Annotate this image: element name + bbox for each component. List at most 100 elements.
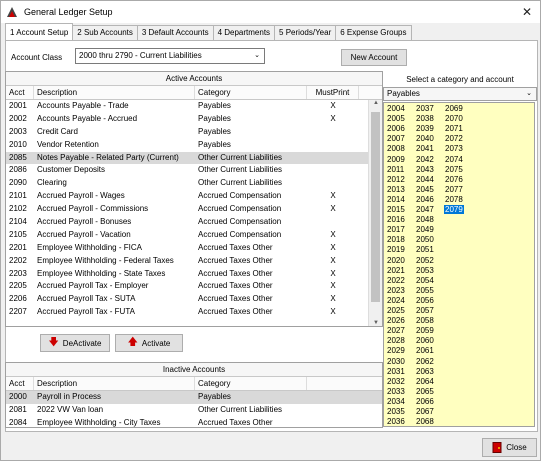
account-code[interactable]: 2031 (386, 367, 406, 376)
account-code[interactable]: 2059 (415, 326, 435, 335)
table-row[interactable]: 2206 Accrued Payroll Tax - SUTA Accrued Ta… (6, 293, 382, 306)
account-code[interactable]: 2032 (386, 377, 406, 386)
table-row[interactable]: 2203 Employee Withholding - State Taxes Ac… (6, 268, 382, 281)
table-row[interactable]: 2084 Employee Withholding - City Taxes Acc… (6, 417, 382, 427)
account-code[interactable]: 2040 (415, 134, 435, 143)
account-code[interactable]: 2015 (386, 205, 406, 214)
account-code[interactable]: 2006 (386, 124, 406, 133)
account-code[interactable]: 2007 (386, 134, 406, 143)
account-code[interactable]: 2077 (444, 185, 464, 194)
header-description[interactable]: Description (34, 377, 195, 390)
account-code[interactable]: 2036 (386, 417, 406, 426)
account-code[interactable]: 2079 (444, 205, 464, 214)
tab-departments[interactable]: 4 Departments (212, 25, 276, 40)
account-code[interactable]: 2058 (415, 316, 435, 325)
account-code[interactable]: 2014 (386, 195, 406, 204)
account-code[interactable]: 2004 (386, 104, 406, 113)
table-row[interactable]: 2090 Clearing Other Current Liabilities (6, 177, 382, 190)
account-code[interactable]: 2030 (386, 357, 406, 366)
account-code[interactable]: 2068 (415, 417, 435, 426)
account-code[interactable]: 2070 (444, 114, 464, 123)
table-row[interactable]: 2002 Accounts Payable - Accrued Payables X (6, 113, 382, 126)
account-code[interactable]: 2042 (415, 155, 435, 164)
account-code[interactable]: 2025 (386, 306, 406, 315)
account-code[interactable]: 2066 (415, 397, 435, 406)
account-code[interactable]: 2067 (415, 407, 435, 416)
tab-periods-year[interactable]: 5 Periods/Year (274, 25, 337, 40)
active-accounts-scrollbar[interactable]: ▲ ▼ (368, 100, 382, 326)
header-acct[interactable]: Acct (6, 377, 34, 390)
table-row[interactable]: 2105 Accrued Payroll - Vacation Accrued Co… (6, 229, 382, 242)
account-code[interactable]: 2018 (386, 235, 406, 244)
account-code[interactable]: 2052 (415, 256, 435, 265)
account-code[interactable]: 2045 (415, 185, 435, 194)
account-code[interactable]: 2073 (444, 144, 464, 153)
account-code[interactable]: 2008 (386, 144, 406, 153)
tab-sub-accounts[interactable]: 2 Sub Accounts (72, 25, 138, 40)
table-row[interactable]: 2081 2022 VW Van loan Other Current Liabil… (6, 404, 382, 417)
account-code[interactable]: 2049 (415, 225, 435, 234)
account-code[interactable]: 2027 (386, 326, 406, 335)
header-mustprint[interactable]: MustPrint (307, 86, 359, 99)
account-code[interactable]: 2069 (444, 104, 464, 113)
account-code[interactable]: 2019 (386, 245, 406, 254)
account-code[interactable]: 2017 (386, 225, 406, 234)
account-code[interactable]: 2062 (415, 357, 435, 366)
table-row[interactable]: 2086 Customer Deposits Other Current Liabi… (6, 164, 382, 177)
activate-button[interactable]: 🡅 Activate (115, 334, 183, 352)
account-code[interactable]: 2054 (415, 276, 435, 285)
account-code[interactable]: 2074 (444, 155, 464, 164)
table-row[interactable]: 2085 Notes Payable - Related Party (Curre… (6, 151, 382, 165)
account-code[interactable]: 2060 (415, 336, 435, 345)
account-code[interactable]: 2009 (386, 155, 406, 164)
account-code[interactable]: 2033 (386, 387, 406, 396)
account-code[interactable]: 2053 (415, 266, 435, 275)
scroll-up-icon[interactable]: ▲ (369, 100, 382, 106)
account-code[interactable]: 2012 (386, 175, 406, 184)
category-select[interactable]: Payables ⌄ (383, 87, 537, 101)
account-code[interactable]: 2072 (444, 134, 464, 143)
table-row[interactable]: 2205 Accrued Payroll Tax - Employer Accrue… (6, 280, 382, 293)
deactivate-button[interactable]: 🡇 DeActivate (40, 334, 110, 352)
account-code[interactable]: 2037 (415, 104, 435, 113)
close-button[interactable]: Close (482, 438, 537, 457)
account-code[interactable]: 2035 (386, 407, 406, 416)
table-row[interactable]: 2010 Vendor Retention Payables (6, 139, 382, 152)
account-class-select[interactable]: 2000 thru 2790 - Current Liabilities ⌄ (75, 48, 265, 64)
account-code[interactable]: 2048 (415, 215, 435, 224)
account-code[interactable]: 2028 (386, 336, 406, 345)
account-code[interactable]: 2005 (386, 114, 406, 123)
table-row[interactable]: 2000 Payroll in Process Payables (6, 391, 382, 404)
account-code[interactable]: 2023 (386, 286, 406, 295)
account-code[interactable]: 2038 (415, 114, 435, 123)
account-code[interactable]: 2063 (415, 367, 435, 376)
account-code[interactable]: 2026 (386, 316, 406, 325)
account-code[interactable]: 2022 (386, 276, 406, 285)
account-code[interactable]: 2046 (415, 195, 435, 204)
new-account-button[interactable]: New Account (341, 49, 407, 66)
table-row[interactable]: 2101 Accrued Payroll - Wages Accrued Compe… (6, 190, 382, 203)
account-code[interactable]: 2076 (444, 175, 464, 184)
account-code[interactable]: 2016 (386, 215, 406, 224)
account-code[interactable]: 2075 (444, 165, 464, 174)
account-code[interactable]: 2055 (415, 286, 435, 295)
account-code[interactable]: 2039 (415, 124, 435, 133)
header-category[interactable]: Category (195, 86, 307, 99)
account-code[interactable]: 2020 (386, 256, 406, 265)
account-code[interactable]: 2078 (444, 195, 464, 204)
account-code[interactable]: 2043 (415, 165, 435, 174)
header-category[interactable]: Category (195, 377, 307, 390)
account-code[interactable]: 2047 (415, 205, 435, 214)
account-code[interactable]: 2065 (415, 387, 435, 396)
table-row[interactable]: 2102 Accrued Payroll - Commissions Accrued… (6, 203, 382, 216)
table-row[interactable]: 2201 Employee Withholding - FICA Accrued T… (6, 242, 382, 255)
account-code[interactable]: 2021 (386, 266, 406, 275)
account-code[interactable]: 2034 (386, 397, 406, 406)
tab-expense-groups[interactable]: 6 Expense Groups (335, 25, 412, 40)
account-code[interactable]: 2011 (386, 165, 405, 174)
account-code[interactable]: 2050 (415, 235, 435, 244)
scroll-thumb[interactable] (371, 112, 380, 302)
header-acct[interactable]: Acct (6, 86, 34, 99)
close-window-icon[interactable]: ✕ (522, 5, 532, 19)
account-code[interactable]: 2013 (386, 185, 406, 194)
